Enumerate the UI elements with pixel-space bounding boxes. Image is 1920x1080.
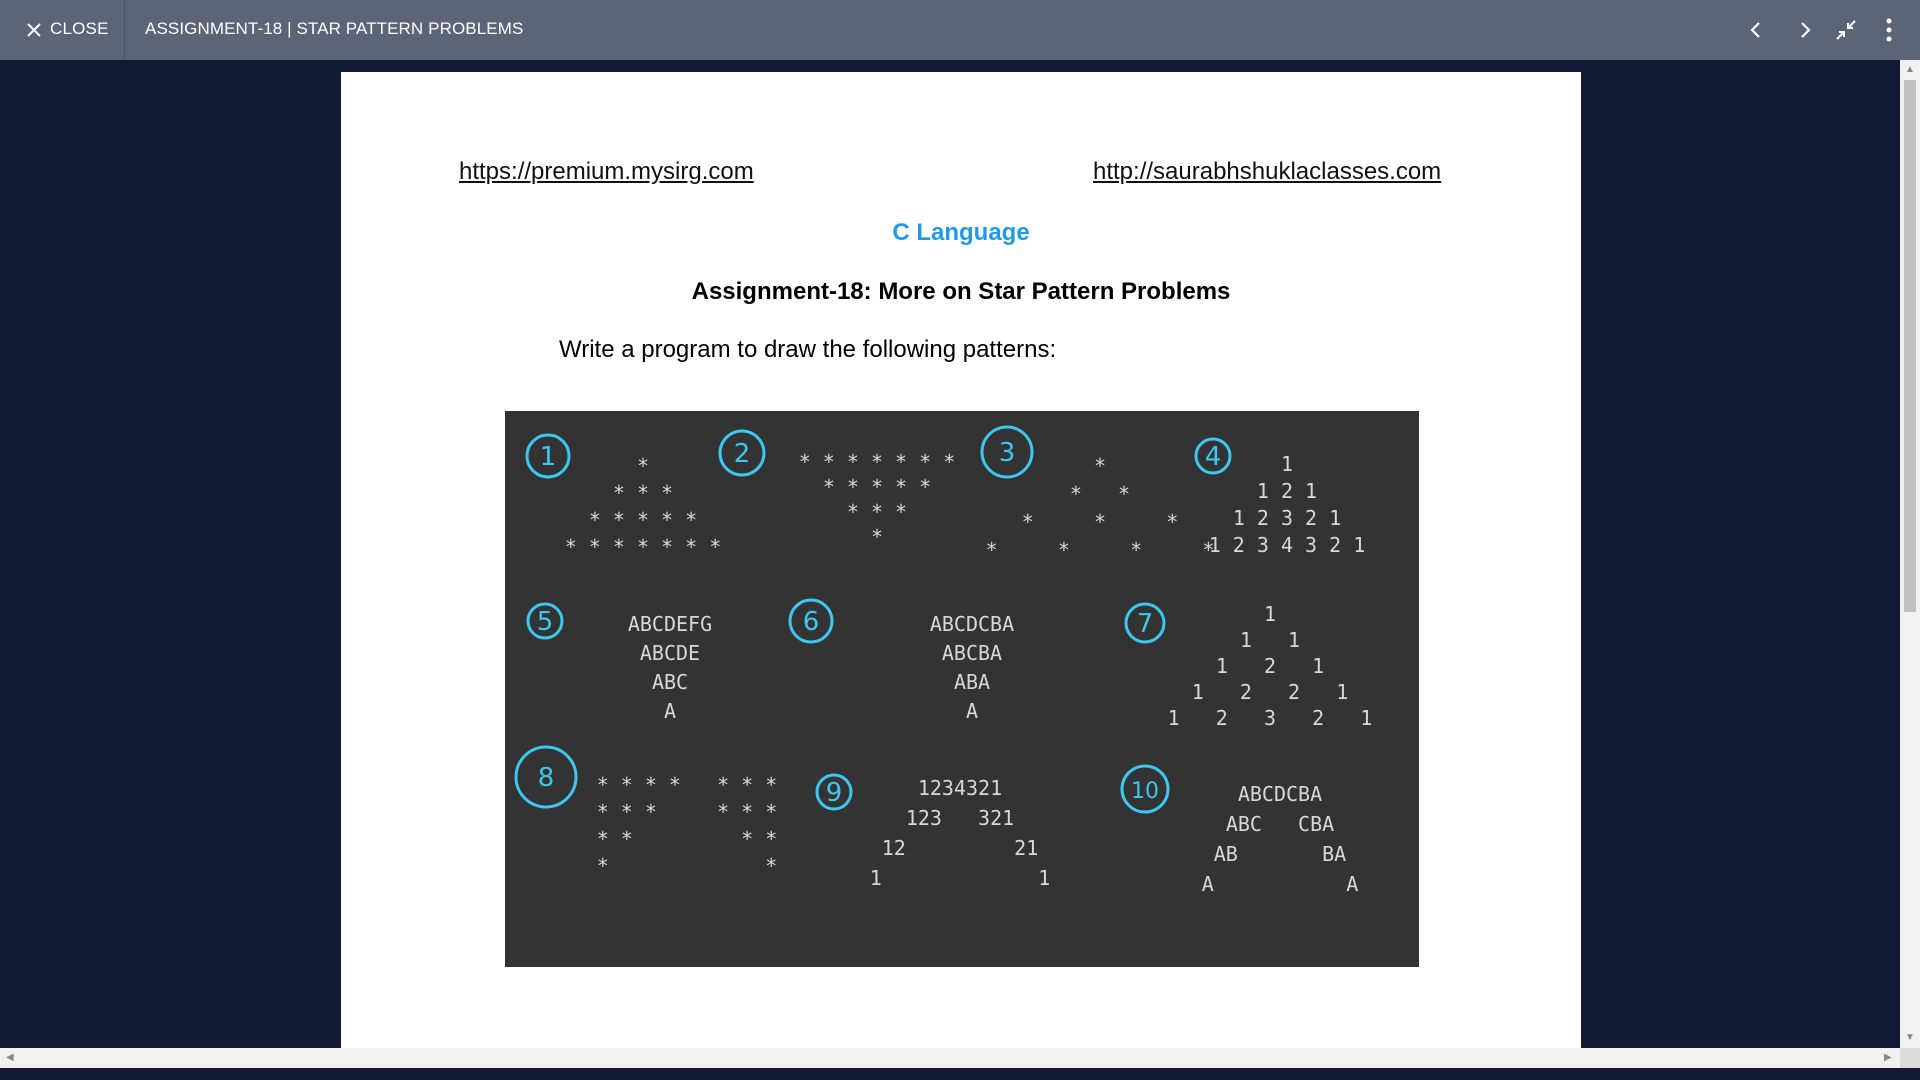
pattern-9: 9 1234321 123 321 12 21 1 1 xyxy=(815,773,1051,890)
pattern-9-row: 123 321 xyxy=(906,806,1014,830)
pattern-2-row: * * * * * * * xyxy=(799,450,956,474)
pattern-3-row: * * xyxy=(1070,482,1130,506)
chevron-right-icon xyxy=(1801,22,1811,38)
pattern-8-number: 8 xyxy=(538,763,555,793)
pattern-4-row: 1 2 3 2 1 xyxy=(1233,506,1341,530)
pattern-10-row: AB BA xyxy=(1214,842,1346,866)
pattern-10-row: ABC CBA xyxy=(1226,812,1334,836)
next-button[interactable] xyxy=(1789,14,1821,46)
scroll-left-icon[interactable]: ◀ xyxy=(6,1052,14,1063)
pattern-9-row: 12 21 xyxy=(882,836,1039,860)
pattern-blackboard-image: 1 * * * * * * * * * * * * * * * * 2 * * * * * … xyxy=(505,411,1419,967)
pattern-10: 10 ABCDCBA ABC CBA AB BA A A xyxy=(1120,764,1359,896)
pattern-7-row: 1 2 3 2 1 xyxy=(1168,706,1373,730)
horizontal-scrollbar[interactable]: ◀ ▶ xyxy=(0,1048,1900,1068)
link-premium-mysirg[interactable]: https://premium.mysirg.com xyxy=(459,158,754,186)
pattern-3-number: 3 xyxy=(999,438,1016,468)
pattern-6-row: A xyxy=(966,699,978,723)
pattern-3-row: * xyxy=(1094,454,1106,478)
scroll-up-icon[interactable]: ▲ xyxy=(1905,64,1915,75)
exit-fullscreen-icon xyxy=(1836,20,1856,40)
pattern-10-number: 10 xyxy=(1131,779,1159,804)
bottom-edge xyxy=(0,1068,1920,1080)
instruction-text: Write a program to draw the following pa… xyxy=(559,336,1057,363)
vertical-scrollbar-thumb[interactable] xyxy=(1904,80,1916,612)
pattern-2-row: * * * * * xyxy=(823,475,931,499)
pattern-8-row: * * * * xyxy=(597,827,778,851)
close-button[interactable]: CLOSE xyxy=(0,0,125,60)
pattern-1-row: * * * * * * * xyxy=(565,535,722,559)
close-label: CLOSE xyxy=(50,19,109,38)
scrollbar-corner xyxy=(1900,1048,1920,1068)
pattern-5-row: A xyxy=(664,699,676,723)
pattern-8-row: * * xyxy=(597,854,778,878)
pattern-7-row: 1 xyxy=(1264,602,1276,626)
pattern-1-row: * * * xyxy=(613,481,673,505)
pattern-5-row: ABC xyxy=(652,670,688,694)
pattern-3-row: * * * xyxy=(1022,510,1179,534)
scroll-down-icon[interactable]: ▼ xyxy=(1905,1032,1915,1043)
pattern-4-number: 4 xyxy=(1205,442,1222,472)
viewer-toolbar: CLOSE ASSIGNMENT-18 | STAR PATTERN PROBL… xyxy=(0,0,1920,60)
chevron-left-icon xyxy=(1750,22,1760,38)
pattern-5-number: 5 xyxy=(537,607,554,637)
pattern-10-row: ABCDCBA xyxy=(1238,782,1322,806)
pattern-1-row: * * * * * xyxy=(589,508,697,532)
pattern-3: 3 * * * * * * * * * * xyxy=(980,425,1215,562)
exit-fullscreen-button[interactable] xyxy=(1830,14,1862,46)
pattern-2-row: * * * xyxy=(847,500,907,524)
pattern-9-row: 1 1 xyxy=(870,866,1051,890)
pattern-5-row: ABCDEFG xyxy=(628,612,712,636)
pattern-4-row: 1 xyxy=(1281,452,1293,476)
pattern-4-row: 1 2 1 xyxy=(1257,479,1317,503)
pattern-8-row: * * * * * * * xyxy=(597,773,778,797)
pattern-2: 2 * * * * * * ** * * * ** * ** xyxy=(718,429,956,549)
pattern-3-row: * * * * xyxy=(986,538,1215,562)
scroll-right-icon[interactable]: ▶ xyxy=(1884,1052,1892,1063)
pattern-1-number: 1 xyxy=(540,442,557,472)
pattern-7-number: 7 xyxy=(1137,609,1154,639)
pattern-5-row: ABCDE xyxy=(640,641,700,665)
pattern-drawings: 1 ** * ** * * * ** * * * * * *2 * * * * * … xyxy=(514,425,1373,896)
pattern-1-row: * xyxy=(637,454,649,478)
subject-heading: C Language xyxy=(892,219,1030,246)
pattern-8-row: * * * * * * xyxy=(597,800,778,824)
document-title: ASSIGNMENT-18 | STAR PATTERN PROBLEMS xyxy=(145,19,524,38)
document-page: https://premium.mysirg.com http://saurab… xyxy=(341,72,1581,1048)
pattern-2-number: 2 xyxy=(734,439,751,469)
pattern-6-number: 6 xyxy=(803,607,820,637)
pattern-5: 5 ABCDEFG ABCDE ABC A xyxy=(526,602,712,723)
pattern-9-number: 9 xyxy=(826,778,843,808)
document-viewer: https://premium.mysirg.com http://saurab… xyxy=(0,60,1900,1048)
pattern-4-row: 1 2 3 4 3 2 1 xyxy=(1209,533,1366,557)
assignment-heading: Assignment-18: More on Star Pattern Prob… xyxy=(691,278,1231,305)
more-options-button[interactable] xyxy=(1873,14,1905,46)
pattern-7-row: 1 2 1 xyxy=(1216,654,1324,678)
previous-button[interactable] xyxy=(1740,14,1772,46)
pattern-6-row: ABA xyxy=(954,670,990,694)
pattern-8: 8 * * * * * * * * * * * * * * * * * * * xyxy=(514,745,778,878)
pattern-9-row: 1234321 xyxy=(918,776,1002,800)
pattern-10-row: A A xyxy=(1202,872,1359,896)
more-vertical-icon xyxy=(1886,18,1892,42)
pattern-7-row: 1 1 xyxy=(1240,628,1300,652)
link-saurabhshuklaclasses[interactable]: http://saurabhshuklaclasses.com xyxy=(1093,158,1441,186)
pattern-6-row: ABCBA xyxy=(942,641,1002,665)
close-icon xyxy=(27,23,41,37)
pattern-6: 6 ABCDCBA ABCBA ABA A xyxy=(788,598,1014,723)
pattern-7: 7 11 11 2 11 2 2 11 2 3 2 1 xyxy=(1124,602,1373,730)
vertical-scrollbar[interactable]: ▲ ▼ xyxy=(1900,60,1920,1048)
pattern-2-row: * xyxy=(871,525,883,549)
pattern-1: 1 * * * * * * * * * * * * * * * * xyxy=(525,433,722,559)
pattern-4: 4 1 1 2 1 1 2 3 2 1 1 2 3 4 3 2 1 xyxy=(1194,437,1366,557)
pattern-7-row: 1 2 2 1 xyxy=(1192,680,1349,704)
pattern-6-row: ABCDCBA xyxy=(930,612,1014,636)
